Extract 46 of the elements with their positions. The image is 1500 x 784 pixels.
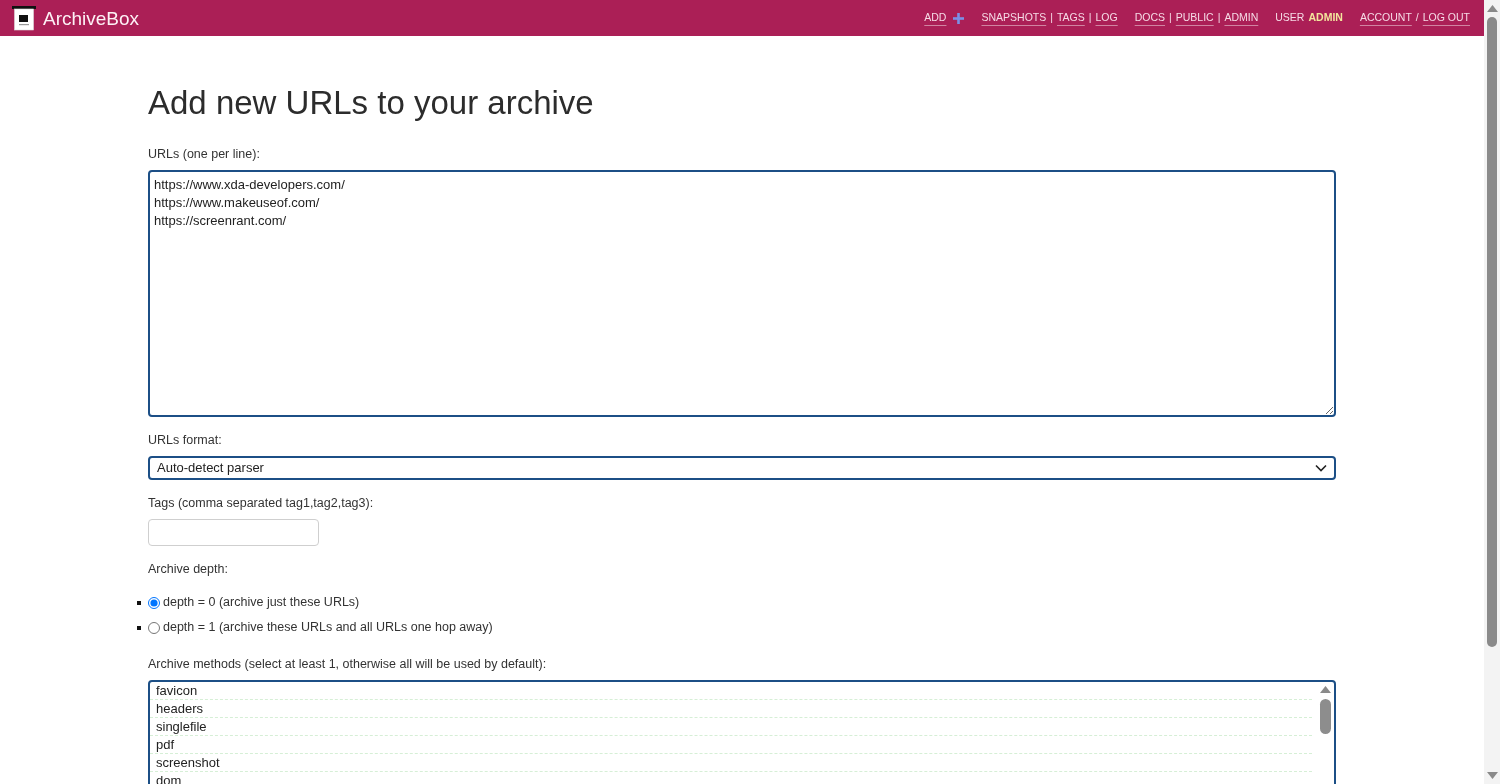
nav-link[interactable]: TAGS	[1056, 10, 1085, 26]
add-link[interactable]: ADD	[924, 10, 965, 26]
nav-link[interactable]: SNAPSHOTS	[981, 10, 1047, 26]
scroll-down-icon[interactable]	[1486, 772, 1498, 779]
nav-link[interactable]: DOCS	[1134, 10, 1166, 26]
field-label: URLs (one per line):	[148, 146, 261, 163]
radio-label[interactable]: depth = 1 (archive these URLs and all URLs one hop away)	[163, 618, 493, 637]
list-option[interactable]: pdf	[150, 736, 1312, 754]
radio-button[interactable]	[148, 596, 160, 609]
nav-link[interactable]: ADMIN	[1224, 10, 1259, 26]
plus-icon	[953, 12, 965, 24]
field-label: URLs format:	[148, 432, 223, 449]
field-label: Tags (comma separated tag1,tag2,tag3):	[148, 495, 375, 512]
format-dropdown[interactable]: Auto-detect parser	[148, 456, 1336, 480]
nav-link[interactable]: PUBLIC	[1175, 10, 1214, 26]
nav-link[interactable]: LOG	[1095, 10, 1118, 26]
scroll-up-icon[interactable]	[1486, 5, 1498, 12]
list-option[interactable]: screenshot	[150, 754, 1312, 772]
field-label: Archive methods (select at least 1, otherwise all will be used by default):	[148, 656, 548, 673]
nav-separator: |	[1088, 10, 1092, 26]
brand-link[interactable]: ArchiveBox	[43, 8, 140, 28]
bullet-icon	[137, 625, 141, 630]
scrollbar-thumb[interactable]	[1319, 699, 1331, 734]
tags-input[interactable]	[148, 519, 319, 546]
scrollbar-thumb[interactable]	[1487, 17, 1497, 647]
chevron-down-icon	[1315, 464, 1327, 472]
bullet-icon	[137, 600, 141, 605]
urls-textarea[interactable]: https://www.xda-developers.com/ https://www.makeuseof.com/ https://screenrant.com/	[148, 170, 1336, 417]
list-option[interactable]: headers	[150, 700, 1312, 718]
list-option[interactable]: favicon	[150, 682, 1312, 700]
radio-button[interactable]	[148, 621, 160, 634]
nav-link[interactable]: ACCOUNT	[1359, 10, 1412, 26]
scroll-up-icon[interactable]	[1319, 686, 1331, 693]
nav-separator: |	[1217, 10, 1221, 26]
scrollbar-track[interactable]	[1484, 0, 1500, 784]
field-label: Archive depth:	[148, 561, 229, 578]
nav-separator: /	[1415, 10, 1419, 26]
page-title: Add new URLs to your archive	[148, 84, 595, 122]
radio-label[interactable]: depth = 0 (archive just these URLs)	[163, 593, 360, 612]
username-text: ADMIN	[1308, 10, 1343, 26]
nav-separator: |	[1169, 10, 1172, 26]
nav-text: USER	[1275, 10, 1305, 26]
list-option[interactable]: singlefile	[150, 718, 1312, 736]
logo-icon[interactable]	[12, 5, 36, 31]
nav-link[interactable]: LOG OUT	[1422, 10, 1470, 26]
nav-separator: |	[1050, 10, 1053, 26]
